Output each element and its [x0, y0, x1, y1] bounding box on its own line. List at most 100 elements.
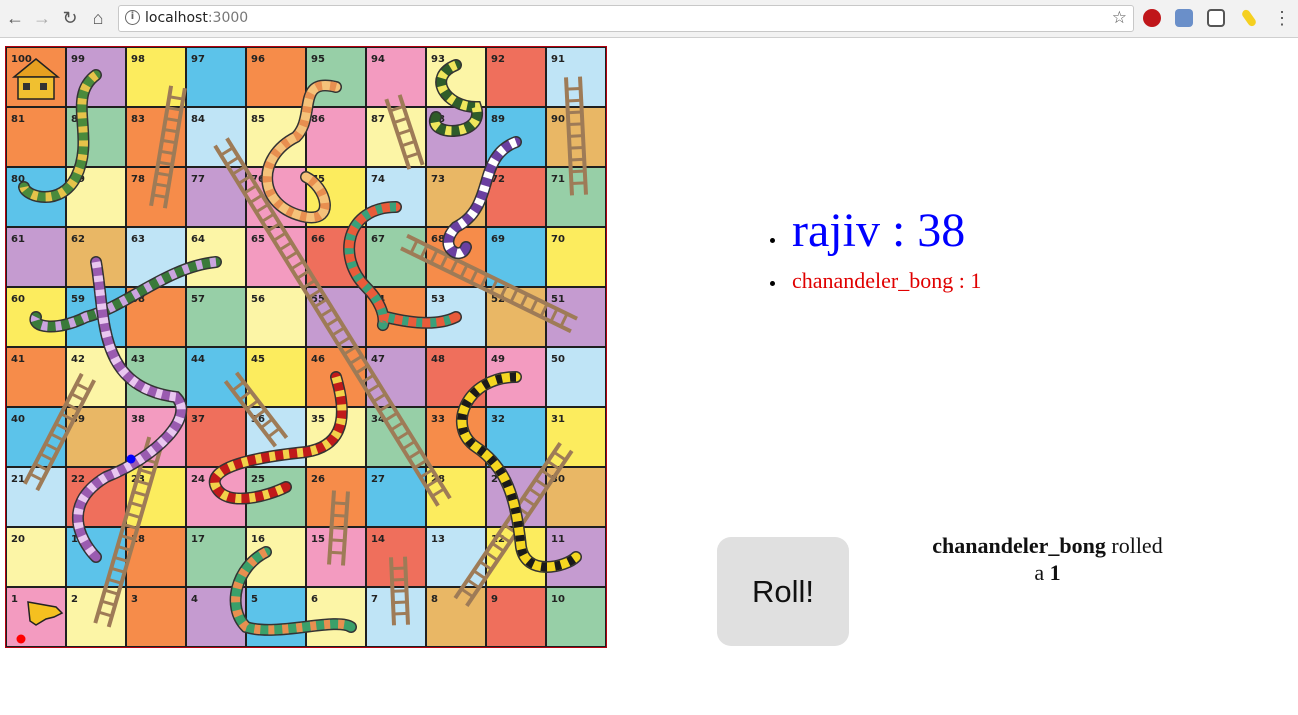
forward-icon[interactable]: → [30, 6, 54, 30]
square-number: 50 [551, 354, 565, 365]
square-number: 69 [491, 234, 505, 245]
square-number: 42 [71, 354, 85, 365]
square-number: 40 [11, 414, 25, 425]
square-number: 63 [131, 234, 145, 245]
square-number: 84 [191, 114, 205, 125]
square-number: 86 [311, 114, 325, 125]
square-number: 99 [71, 54, 85, 65]
square-number: 45 [251, 354, 265, 365]
roll-player: chanandeler_bong [932, 533, 1106, 558]
roll-value: 1 [1049, 560, 1061, 585]
back-icon[interactable]: ← [3, 6, 27, 30]
square-number: 60 [11, 294, 25, 305]
square-number: 93 [431, 54, 445, 65]
square-number: 4 [191, 594, 198, 605]
square-number: 43 [131, 354, 145, 365]
square-number: 16 [251, 534, 265, 545]
square-number: 92 [491, 54, 505, 65]
menu-icon[interactable]: ⋮ [1270, 6, 1294, 30]
square-number: 89 [491, 114, 505, 125]
square-number: 74 [371, 174, 385, 185]
square-number: 53 [431, 294, 445, 305]
roll-button[interactable]: Roll! [717, 537, 849, 646]
square-number: 62 [71, 234, 85, 245]
player-list: rajiv : 38 chanandeler_bong : 1 [760, 196, 981, 296]
square-number: 21 [11, 474, 25, 485]
square-number: 9 [491, 594, 498, 605]
square-number: 38 [131, 414, 145, 425]
square-number: 48 [431, 354, 445, 365]
roll-verb: rolled [1105, 533, 1163, 558]
player-score: rajiv : 38 [760, 196, 981, 266]
square-number: 47 [371, 354, 385, 365]
square-number: 31 [551, 414, 565, 425]
square-number: 2 [71, 594, 78, 605]
game-board: 100 99 98 97 96 95 94 93 92 91 81 82 83 84 85 86 87 88 89 9… [5, 46, 607, 648]
info-icon[interactable]: i [125, 10, 140, 25]
square-number: 61 [11, 234, 25, 245]
square-number: 56 [251, 294, 265, 305]
square-number: 67 [371, 234, 385, 245]
square-number: 83 [131, 114, 145, 125]
square-number: 90 [551, 114, 565, 125]
square-number: 6 [311, 594, 318, 605]
extension-icon[interactable] [1207, 9, 1225, 27]
square-number: 57 [191, 294, 205, 305]
square-number: 96 [251, 54, 265, 65]
square-number: 85 [251, 114, 265, 125]
board-canvas: 100 99 98 97 96 95 94 93 92 9181 82 83 84 85 86 87 88 89 9… [6, 47, 606, 647]
square-number: 70 [551, 234, 565, 245]
square-number: 5 [251, 594, 258, 605]
square-number: 20 [11, 534, 25, 545]
square-number: 100 [11, 54, 32, 65]
square-number: 59 [71, 294, 85, 305]
square-number: 73 [431, 174, 445, 185]
adblock-icon[interactable] [1143, 9, 1161, 27]
square-number: 66 [311, 234, 325, 245]
square-number: 98 [131, 54, 145, 65]
square-number: 35 [311, 414, 325, 425]
home-icon[interactable]: ⌂ [86, 6, 110, 30]
url-host: localhost [145, 10, 208, 26]
square-number: 81 [11, 114, 25, 125]
player-score: chanandeler_bong : 1 [760, 266, 981, 296]
square-number: 8 [431, 594, 438, 605]
address-bar[interactable]: i localhost:3000 ☆ [118, 5, 1134, 32]
square-number: 10 [551, 594, 565, 605]
url-text: localhost:3000 [145, 10, 248, 26]
square-number: 17 [191, 534, 205, 545]
square-number: 25 [251, 474, 265, 485]
square-number: 1 [11, 594, 18, 605]
bookmark-star-icon[interactable]: ☆ [1112, 8, 1127, 28]
square-number: 33 [431, 414, 445, 425]
reload-icon[interactable]: ↻ [58, 6, 82, 30]
square-number: 64 [191, 234, 205, 245]
square-number: 78 [131, 174, 145, 185]
square-number: 41 [11, 354, 25, 365]
square-number: 97 [191, 54, 205, 65]
square-number: 51 [551, 294, 565, 305]
square-number: 94 [371, 54, 385, 65]
square-number: 22 [71, 474, 85, 485]
square-number: 44 [191, 354, 205, 365]
download-extension-icon[interactable] [1175, 9, 1193, 27]
url-port: :3000 [207, 10, 249, 26]
square-number: 24 [191, 474, 205, 485]
square-number: 91 [551, 54, 565, 65]
square-number: 14 [371, 534, 385, 545]
square-number: 65 [251, 234, 265, 245]
square-number: 49 [491, 354, 505, 365]
square-number: 87 [371, 114, 385, 125]
square-number: 77 [191, 174, 205, 185]
roll-message: chanandeler_bong rolled a 1 [905, 532, 1190, 586]
player-token [126, 454, 136, 464]
square-number: 27 [371, 474, 385, 485]
roll-article: a [1034, 560, 1050, 585]
square-number: 37 [191, 414, 205, 425]
square-number: 15 [311, 534, 325, 545]
square-number: 7 [371, 594, 378, 605]
square-number: 32 [491, 414, 505, 425]
square-number: 46 [311, 354, 325, 365]
highlighter-icon[interactable] [1240, 8, 1258, 28]
square-number: 26 [311, 474, 325, 485]
